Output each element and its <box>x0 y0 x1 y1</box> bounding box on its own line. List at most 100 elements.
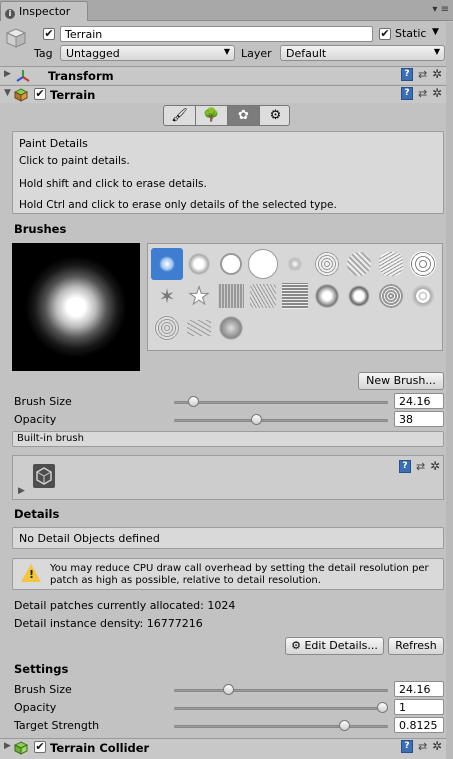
static-checkbox[interactable]: ✔ <box>379 28 391 40</box>
brush-swatch[interactable] <box>343 280 375 312</box>
slider-track <box>174 689 388 692</box>
warning-text: You may reduce CPU draw call overhead by… <box>50 563 429 586</box>
brush-swatch[interactable] <box>183 312 215 344</box>
brush-swatch[interactable] <box>247 248 279 280</box>
tag-label: Tag <box>34 47 53 60</box>
asterisk-brush-icon: ✶ <box>158 284 176 308</box>
collapse-arrow-icon[interactable]: ▼ <box>4 88 11 98</box>
terrain-collider-header[interactable]: ▶ ✔ Terrain Collider ? ⇄ ✲ <box>0 738 453 759</box>
paint-height-tool-button[interactable]: 🖌 <box>164 106 196 125</box>
terrain-collider-title: Terrain Collider <box>50 741 150 755</box>
presets-icon[interactable]: ⇄ <box>418 87 427 100</box>
slider-knob[interactable] <box>339 720 350 731</box>
brush-grid: ✶ ★ <box>147 243 443 351</box>
settings-brush-size-slider[interactable] <box>174 683 388 697</box>
help-icon[interactable]: ? <box>399 460 411 473</box>
brush-swatch[interactable]: ★ <box>183 280 215 312</box>
brush-swatch[interactable] <box>407 280 439 312</box>
slider-knob[interactable] <box>223 684 234 695</box>
slider-knob[interactable] <box>251 414 262 425</box>
brush-size-field[interactable]: 24.16 <box>394 393 444 409</box>
expand-arrow-icon[interactable]: ▶ <box>4 69 11 79</box>
help-icon[interactable]: ? <box>401 87 413 100</box>
presets-icon[interactable]: ⇄ <box>416 460 425 473</box>
help-icon[interactable]: ? <box>401 68 413 81</box>
settings-tool-button[interactable]: ⚙ <box>260 106 289 125</box>
brush-swatch[interactable]: ✶ <box>151 280 183 312</box>
slider-track <box>174 419 388 422</box>
terrain-icon <box>14 88 28 102</box>
gear-icon[interactable]: ✲ <box>430 459 440 473</box>
settings-icon: ⚙ <box>269 108 282 123</box>
brush-icon: 🖌 <box>171 108 188 123</box>
tag-dropdown[interactable]: Untagged ▼ <box>60 45 235 61</box>
window-menu-icon[interactable]: ▾ ≡ <box>432 4 449 15</box>
slider-knob[interactable] <box>188 396 199 407</box>
opacity-slider[interactable] <box>174 413 388 427</box>
target-strength-field[interactable]: 0.8125 <box>394 717 444 733</box>
opacity-field[interactable]: 38 <box>394 411 444 427</box>
tab-bar: i Inspector ▾ ≡ <box>0 0 453 21</box>
help-line-3: Hold Ctrl and click to erase only detail… <box>19 199 337 211</box>
terrain-enabled-checkbox[interactable]: ✔ <box>34 88 46 100</box>
brush-swatch[interactable] <box>311 248 343 280</box>
tab-inspector[interactable]: i Inspector <box>0 1 88 21</box>
expand-arrow-icon[interactable]: ▶ <box>18 486 25 496</box>
terrain-collider-icon <box>14 741 28 755</box>
brush-swatch[interactable] <box>375 280 407 312</box>
brush-swatch[interactable] <box>375 248 407 280</box>
active-checkbox[interactable]: ✔ <box>43 28 55 40</box>
layer-value: Default <box>286 47 327 60</box>
help-line-2: Hold shift and click to erase details. <box>19 178 207 190</box>
brush-swatch[interactable] <box>183 248 215 280</box>
slider-knob[interactable] <box>377 702 388 713</box>
presets-icon[interactable]: ⇄ <box>418 740 427 753</box>
transform-header[interactable]: ▶ Transform ? ⇄ ✲ <box>0 66 453 84</box>
brush-swatch[interactable] <box>215 248 247 280</box>
edit-details-button[interactable]: ⚙ Edit Details... <box>285 637 384 655</box>
gear-icon: ⚙ <box>291 639 301 652</box>
paint-trees-tool-button[interactable]: 🌳 <box>196 106 228 125</box>
brush-swatch[interactable] <box>215 312 247 344</box>
object-name-field[interactable]: Terrain <box>60 26 373 42</box>
details-heading: Details <box>14 507 60 521</box>
paint-details-tool-button[interactable]: ✿ <box>228 106 260 125</box>
brush-swatch[interactable] <box>279 280 311 312</box>
static-dropdown-icon[interactable]: ▼ <box>432 27 439 37</box>
brush-swatch[interactable] <box>215 280 247 312</box>
brush-swatch[interactable] <box>407 248 439 280</box>
layer-dropdown[interactable]: Default ▼ <box>280 45 445 61</box>
brush-swatch[interactable] <box>151 248 183 280</box>
tag-value: Untagged <box>66 47 120 60</box>
help-icon[interactable]: ? <box>401 740 413 753</box>
gear-icon[interactable]: ✲ <box>432 86 442 100</box>
expand-arrow-icon[interactable]: ▶ <box>4 741 11 751</box>
gear-icon[interactable]: ✲ <box>432 739 442 753</box>
slider-track <box>174 707 388 710</box>
object-header-icons: ? ⇄ ✲ <box>399 459 443 474</box>
brush-swatch[interactable] <box>343 248 375 280</box>
brush-swatch[interactable] <box>151 312 183 344</box>
new-brush-button[interactable]: New Brush... <box>358 372 444 390</box>
settings-brush-size-field[interactable]: 24.16 <box>394 681 444 697</box>
component-header-icons: ? ⇄ ✲ <box>401 739 445 754</box>
settings-opacity-slider[interactable] <box>174 701 388 715</box>
brush-swatch[interactable] <box>279 248 311 280</box>
target-strength-slider[interactable] <box>174 719 388 733</box>
chevron-down-icon: ▼ <box>223 47 230 56</box>
unity-logo-icon <box>33 464 55 488</box>
brush-size-slider[interactable] <box>174 395 388 409</box>
slider-track <box>174 725 388 728</box>
brush-swatch[interactable] <box>247 280 279 312</box>
terrain-header[interactable]: ▼ ✔ Terrain ? ⇄ ✲ <box>0 85 453 103</box>
settings-opacity-field[interactable]: 1 <box>394 699 444 715</box>
gear-icon[interactable]: ✲ <box>432 67 442 81</box>
presets-icon[interactable]: ⇄ <box>418 68 427 81</box>
brush-swatch[interactable] <box>311 280 343 312</box>
terrain-tool-toolbar: 🖌 🌳 ✿ ⚙ <box>163 105 290 126</box>
collider-enabled-checkbox[interactable]: ✔ <box>34 741 46 753</box>
help-line-1: Click to paint details. <box>19 155 130 167</box>
scrollbar[interactable] <box>446 22 453 759</box>
refresh-button[interactable]: Refresh <box>388 637 444 655</box>
chevron-down-icon: ▼ <box>433 47 440 56</box>
